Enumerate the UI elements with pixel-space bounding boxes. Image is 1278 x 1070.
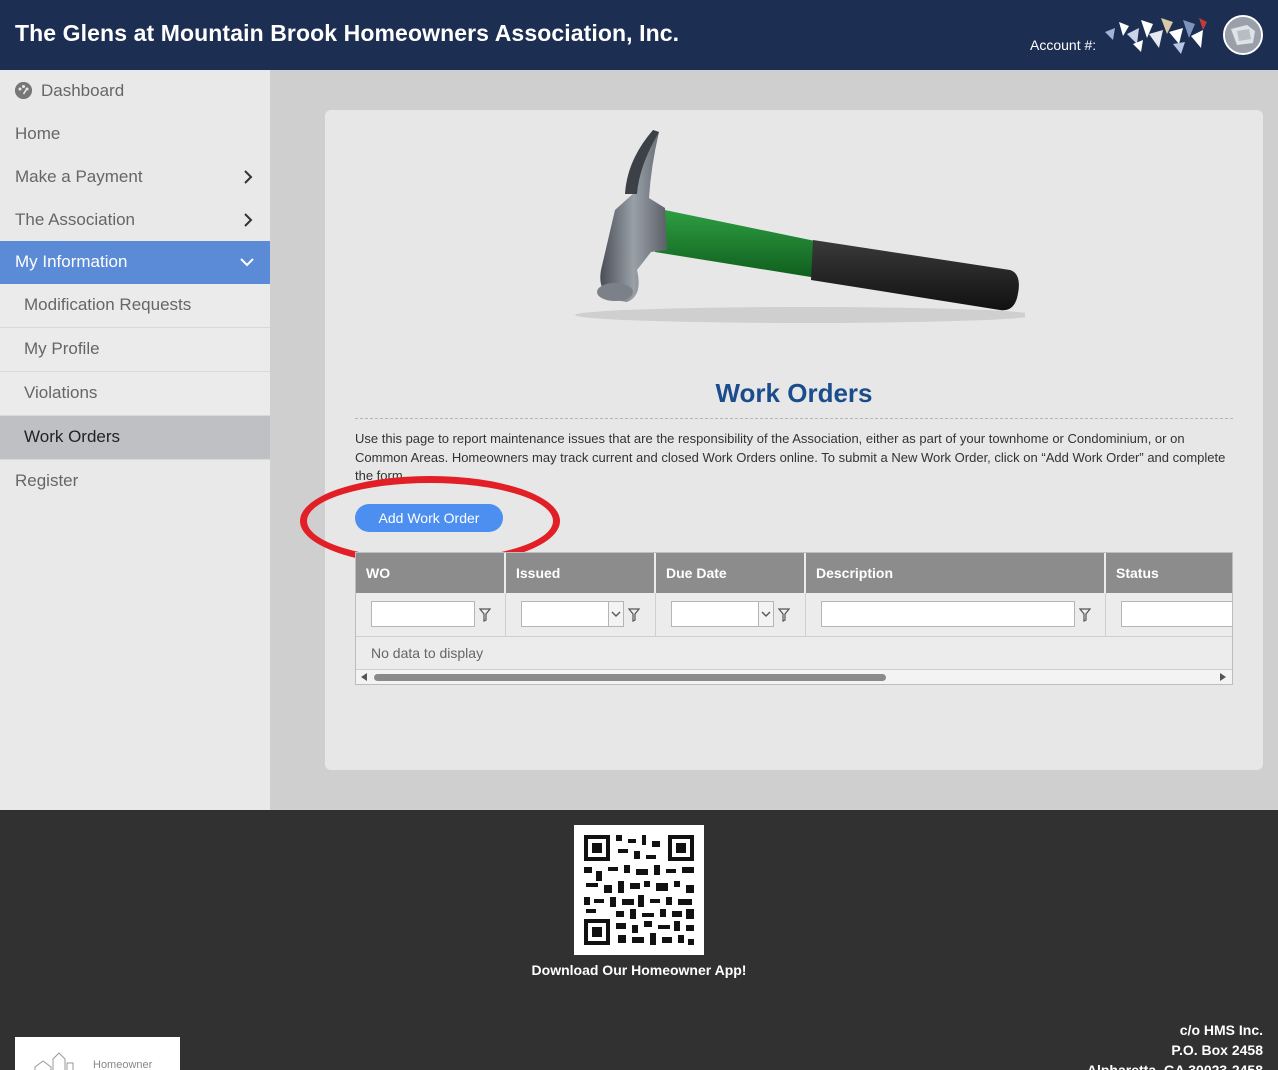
sidebar-label-modification-requests: Modification Requests <box>24 295 192 314</box>
chevron-right-icon <box>244 213 253 227</box>
filter-icon[interactable] <box>778 608 790 622</box>
sidebar-item-the-association[interactable]: The Association <box>0 199 270 242</box>
title-divider <box>355 418 1233 419</box>
filter-input-issued[interactable] <box>521 601 609 627</box>
sidebar-item-register[interactable]: Register <box>0 460 270 503</box>
sidebar-item-make-a-payment[interactable]: Make a Payment <box>0 156 270 199</box>
filter-cell-status <box>1106 593 1232 637</box>
filter-icon[interactable] <box>628 608 640 622</box>
chevron-down-icon <box>240 258 254 267</box>
qr-code-image[interactable] <box>574 825 704 955</box>
filter-input-wo[interactable] <box>371 601 475 627</box>
sidebar-label-work-orders: Work Orders <box>24 427 121 446</box>
sidebar-label-violations: Violations <box>24 383 98 402</box>
sidebar-subitem-work-orders[interactable]: Work Orders <box>0 416 270 460</box>
intro-text: Use this page to report maintenance issu… <box>355 431 1226 483</box>
sidebar-subitem-violations[interactable]: Violations <box>0 372 270 416</box>
filter-input-description[interactable] <box>821 601 1075 627</box>
grid-filter-row <box>356 593 1232 637</box>
scroll-left-arrow-icon[interactable] <box>361 673 367 681</box>
column-header-issued[interactable]: Issued <box>506 553 656 593</box>
account-label: Account #: <box>1030 37 1097 53</box>
filter-cell-wo <box>356 593 506 637</box>
filter-dropdown-due-date[interactable] <box>758 601 774 627</box>
top-header: The Glens at Mountain Brook Homeowners A… <box>0 0 1278 70</box>
grid-empty-message: No data to display <box>371 645 484 661</box>
address-line: c/o HMS Inc. <box>1179 1022 1263 1038</box>
hammer-image <box>575 130 1025 323</box>
filter-icon[interactable] <box>1079 608 1091 622</box>
column-header-description[interactable]: Description <box>806 553 1106 593</box>
sidebar-subitem-my-profile[interactable]: My Profile <box>0 328 270 372</box>
chevron-right-icon <box>244 170 253 184</box>
download-app-text[interactable]: Download Our Homeowner App! <box>0 962 1278 978</box>
column-header-status[interactable]: Status <box>1106 553 1232 593</box>
city-skyline-icon <box>34 1052 74 1070</box>
grid-header: WO Issued Due Date Description Status <box>356 553 1232 593</box>
filter-cell-description <box>806 593 1106 637</box>
chevron-down-icon <box>761 611 771 617</box>
dashboard-icon <box>15 82 32 99</box>
address-line: P.O. Box 2458 <box>1171 1042 1263 1058</box>
chevron-down-icon <box>611 611 621 617</box>
footer-address: c/o HMS Inc. P.O. Box 2458 Alpharetta, G… <box>1087 1020 1263 1070</box>
sidebar-item-home[interactable]: Home <box>0 113 270 156</box>
address-line: Alpharetta, GA 30023-2458 <box>1086 1062 1263 1070</box>
filter-cell-issued <box>506 593 656 637</box>
user-avatar[interactable] <box>1223 15 1263 55</box>
column-header-due-date[interactable]: Due Date <box>656 553 806 593</box>
work-orders-grid: WO Issued Due Date Description Status No… <box>355 552 1233 685</box>
sidebar-item-my-information[interactable]: My Information <box>0 241 270 284</box>
filter-dropdown-issued[interactable] <box>608 601 624 627</box>
scroll-right-arrow-icon[interactable] <box>1220 673 1226 681</box>
scrollbar-thumb[interactable] <box>374 674 886 681</box>
sidebar-label-dashboard: Dashboard <box>41 81 125 100</box>
grid-horizontal-scrollbar[interactable] <box>356 669 1232 684</box>
account-number-redaction <box>1105 18 1207 54</box>
association-title: The Glens at Mountain Brook Homeowners A… <box>15 20 680 46</box>
filter-icon[interactable] <box>479 608 491 622</box>
sidebar-label-register: Register <box>15 471 79 490</box>
homeowner-logo[interactable]: Homeowner <box>15 1037 180 1070</box>
sidebar-label-the-association: The Association <box>15 210 136 229</box>
sidebar-item-dashboard[interactable]: Dashboard <box>0 70 270 113</box>
page-title: Work Orders <box>715 378 873 408</box>
sidebar-subitem-modification-requests[interactable]: Modification Requests <box>0 284 270 328</box>
sidebar-label-my-information: My Information <box>15 252 128 271</box>
footer: Download Our Homeowner App! c/o HMS Inc.… <box>0 810 1278 1070</box>
logo-text: Homeowner <box>93 1059 153 1070</box>
sidebar-label-make-a-payment: Make a Payment <box>15 167 143 186</box>
sidebar-label-my-profile: My Profile <box>24 339 100 358</box>
filter-input-status[interactable] <box>1121 601 1232 627</box>
sidebar: Dashboard Home Make a Payment The Associ… <box>0 70 270 810</box>
add-work-order-button[interactable]: Add Work Order <box>355 504 503 532</box>
filter-input-due-date[interactable] <box>671 601 759 627</box>
sidebar-label-home: Home <box>15 124 61 143</box>
filter-cell-due-date <box>656 593 806 637</box>
avatar-image-icon <box>1225 17 1261 53</box>
column-header-wo[interactable]: WO <box>356 553 506 593</box>
work-orders-card: Work Orders Use this page to report main… <box>300 110 1263 770</box>
